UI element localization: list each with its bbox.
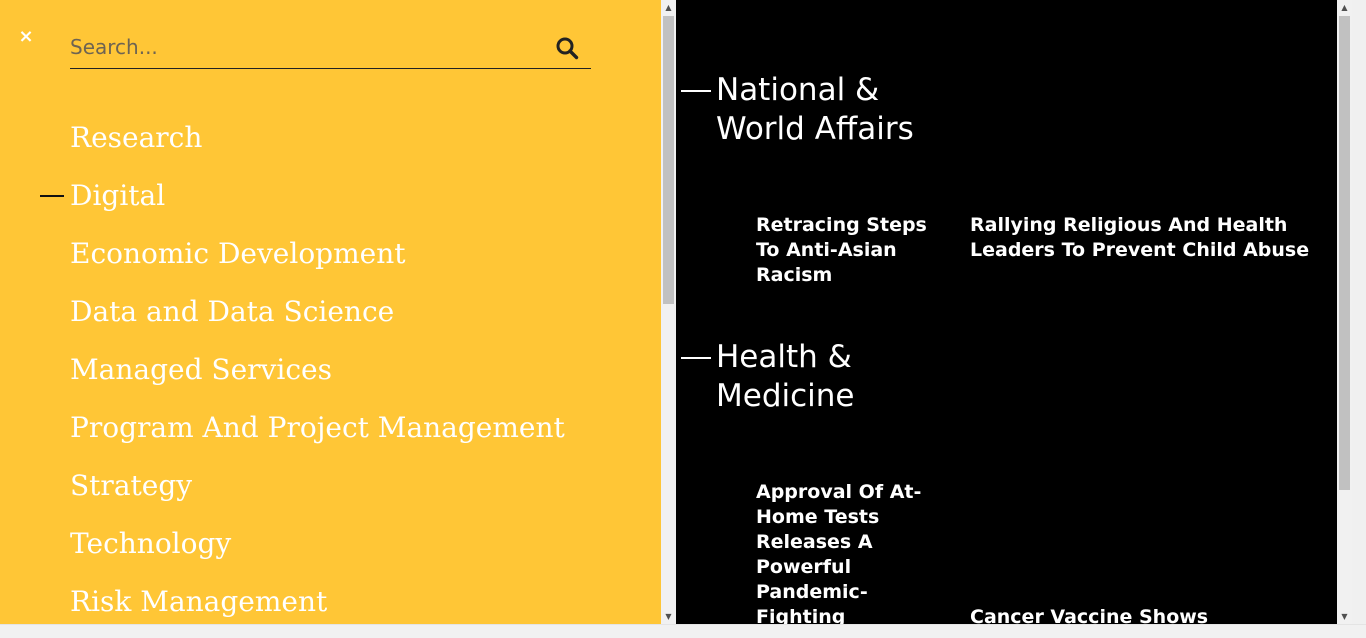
menu-item-risk-management[interactable]: Risk Management xyxy=(70,585,327,619)
close-icon[interactable]: × xyxy=(17,28,35,46)
menu-scrollbar[interactable]: ▲ ▼ xyxy=(661,0,676,624)
active-item-dash xyxy=(40,195,64,197)
content-panel: National & World Affairs Retracing Steps… xyxy=(676,0,1337,624)
menu-item-data-and-data-science[interactable]: Data and Data Science xyxy=(70,295,394,329)
menu-item-digital[interactable]: Digital xyxy=(70,179,165,213)
section-title-line: National & xyxy=(716,72,880,108)
search-icon[interactable] xyxy=(555,36,579,60)
section-title-line: World Affairs xyxy=(716,111,914,147)
page-scrollbar-thumb[interactable] xyxy=(1339,16,1350,490)
search-bar xyxy=(70,28,591,69)
menu-item-strategy[interactable]: Strategy xyxy=(70,469,192,503)
menu-item-technology[interactable]: Technology xyxy=(70,527,231,561)
section-title[interactable]: National & World Affairs xyxy=(716,71,914,149)
menu-item-managed-services[interactable]: Managed Services xyxy=(70,353,332,387)
section-dash xyxy=(681,357,711,359)
section-title[interactable]: Health & Medicine xyxy=(716,338,855,416)
menu-panel: × Research Digital Economic Development … xyxy=(0,0,661,624)
section-dash xyxy=(681,90,711,92)
menu-item-research[interactable]: Research xyxy=(70,121,202,155)
article-link[interactable]: Retracing Steps To Anti-Asian Racism xyxy=(756,213,941,288)
chevron-up-icon[interactable]: ▲ xyxy=(661,0,676,15)
article-link[interactable]: Approval Of At-Home Tests Releases A Pow… xyxy=(756,480,941,624)
chevron-up-icon[interactable]: ▲ xyxy=(1337,0,1352,15)
menu-scrollbar-thumb[interactable] xyxy=(663,16,674,304)
search-input[interactable] xyxy=(70,34,540,60)
chevron-down-icon[interactable]: ▼ xyxy=(1337,609,1352,624)
menu-item-economic-development[interactable]: Economic Development xyxy=(70,237,406,271)
chevron-down-icon[interactable]: ▼ xyxy=(661,609,676,624)
section-title-line: Medicine xyxy=(716,378,855,414)
menu-item-program-and-project-management[interactable]: Program And Project Management xyxy=(70,411,565,445)
article-link[interactable]: Rallying Religious And Health Leaders To… xyxy=(970,213,1310,263)
page-scrollbar[interactable]: ▲ ▼ xyxy=(1337,0,1352,624)
section-title-line: Health & xyxy=(716,339,852,375)
article-link[interactable]: Cancer Vaccine Shows xyxy=(970,605,1310,624)
horizontal-scrollbar[interactable] xyxy=(0,624,1366,638)
